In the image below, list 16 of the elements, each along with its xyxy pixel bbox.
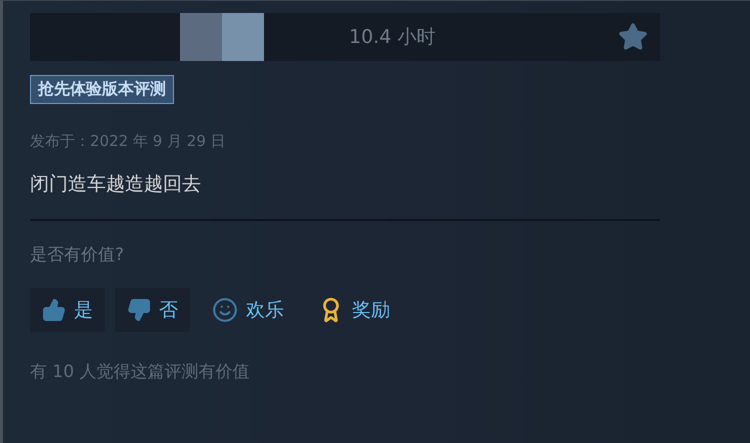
thumbs-up-icon [42,298,66,322]
redacted-block [222,13,264,61]
smiley-icon [212,297,238,323]
playtime: 10.4 小时 [349,25,436,50]
review-tag: 抢先体验版本评测 [30,75,174,104]
review-text: 闭门造车越造越回去 [30,172,202,197]
redacted-block [180,13,222,61]
posted-date: 发布于：2022 年 9 月 29 日 [30,132,227,151]
star-icon [618,22,648,52]
funny-button[interactable]: 欢乐 [200,288,296,332]
helpful-count: 有 10 人觉得这篇评测有价值 [30,361,250,383]
no-button[interactable]: 否 [115,288,190,332]
helpful-prompt: 是否有价值? [30,244,126,266]
award-button[interactable]: 奖励 [306,288,402,332]
yes-button[interactable]: 是 [30,288,105,332]
thumbs-down-icon [127,298,151,322]
